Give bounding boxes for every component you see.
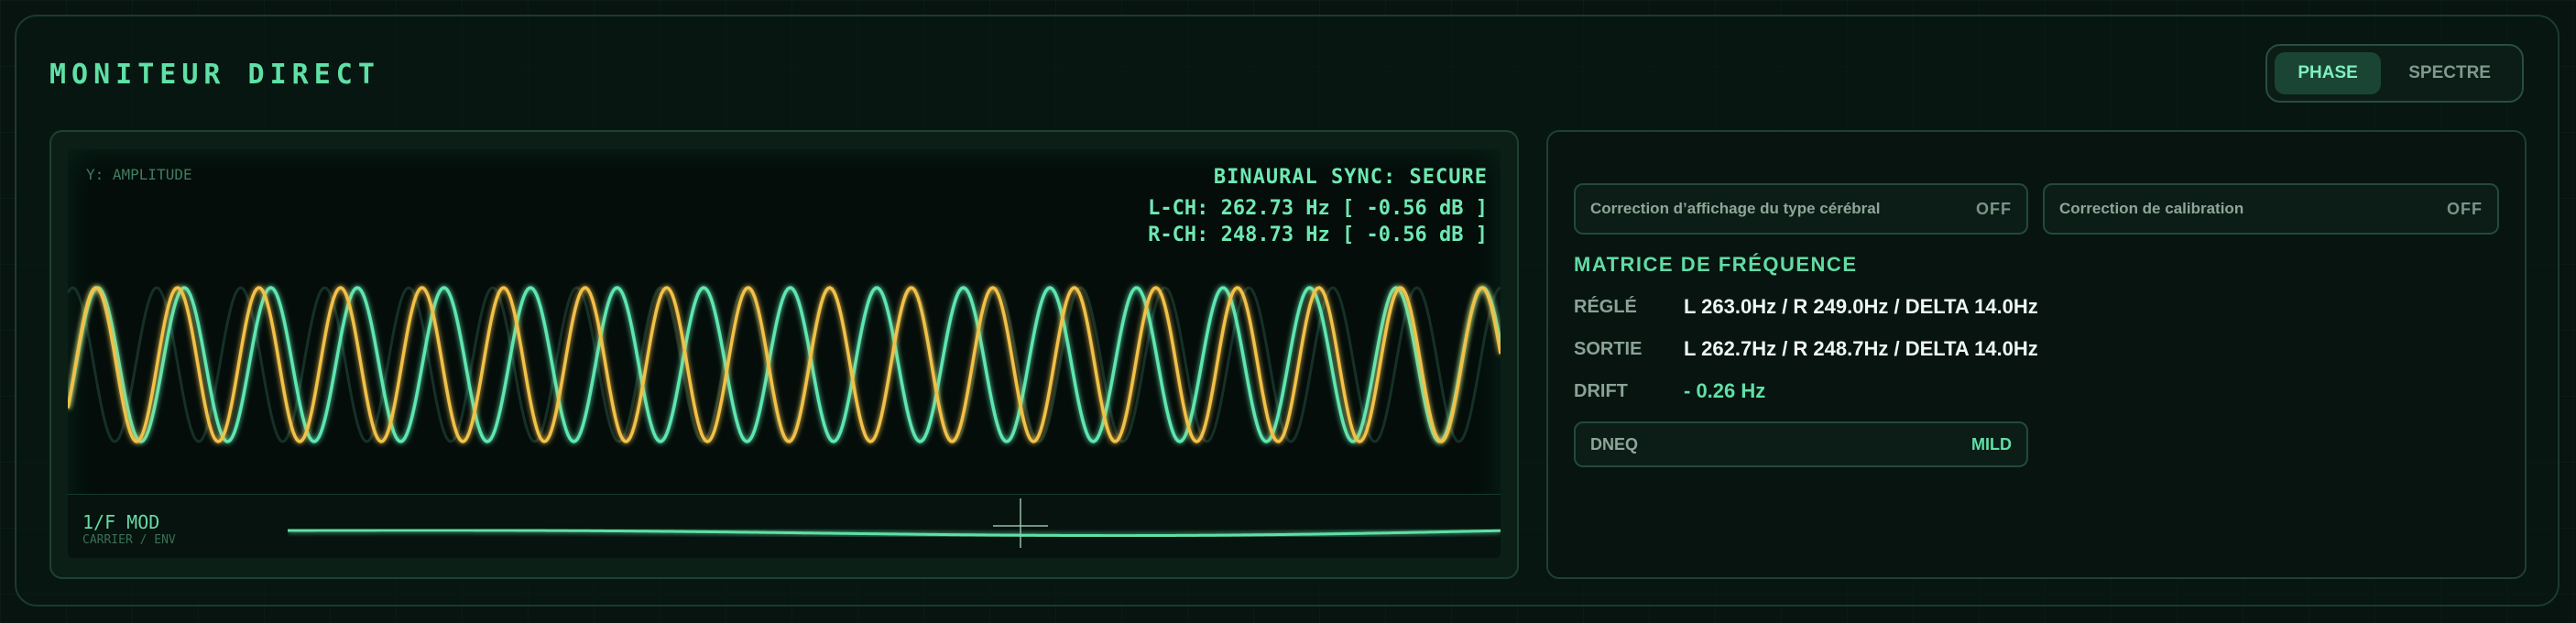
matrix-key: DRIFT [1574, 380, 1628, 401]
calibration-correction-state: OFF [2447, 199, 2483, 218]
view-mode-toggle: PHASE SPECTRE [2265, 44, 2524, 103]
modulation-envelope [288, 498, 1501, 548]
matrix-key: RÉGLÉ [1574, 296, 1637, 317]
frequency-matrix-title: MATRICE DE FRÉQUENCE [1574, 253, 1858, 276]
matrix-key: SORTIE [1574, 338, 1643, 359]
calibration-correction-toggle[interactable]: Correction de calibration OFF [2043, 183, 2499, 235]
spectre-tab[interactable]: SPECTRE [2385, 52, 2515, 94]
matrix-row-drift: DRIFT - 0.26 Hz [1574, 377, 1765, 405]
matrix-value: - 0.26 Hz [1684, 379, 1766, 402]
brain-type-correction-label: Correction d’affichage du type cérébral [1590, 200, 1881, 217]
page-title: MONITEUR DIRECT [49, 59, 380, 91]
dneq-value: MILD [1971, 434, 2012, 454]
matrix-row-set: RÉGLÉ L 263.0Hz / R 249.0Hz / DELTA 14.0… [1574, 293, 2038, 321]
right-channel-readout: R-CH: 248.73 Hz [ -0.56 dB ] [1148, 224, 1488, 246]
mod-subtitle: CARRIER / ENV [82, 533, 176, 547]
sync-status: BINAURAL SYNC: SECURE [1213, 166, 1488, 189]
matrix-value: L 263.0Hz / R 249.0Hz / DELTA 14.0Hz [1684, 295, 2038, 318]
oscilloscope-display: Y: AMPLITUDE BINAURAL SYNC: SECURE L-CH:… [68, 149, 1501, 558]
modulation-strip: 1/F MOD CARRIER / ENV [68, 494, 1501, 558]
matrix-row-output: SORTIE L 262.7Hz / R 248.7Hz / DELTA 14.… [1574, 335, 2038, 363]
calibration-correction-label: Correction de calibration [2059, 200, 2244, 217]
matrix-value: L 262.7Hz / R 248.7Hz / DELTA 14.0Hz [1684, 337, 2038, 360]
y-axis-label: Y: AMPLITUDE [86, 166, 192, 183]
left-channel-readout: L-CH: 262.73 Hz [ -0.56 dB ] [1148, 197, 1488, 220]
brain-type-correction-state: OFF [1976, 199, 2012, 218]
crosshair-icon [993, 498, 1048, 548]
brain-type-correction-toggle[interactable]: Correction d’affichage du type cérébral … [1574, 183, 2028, 235]
envelope-line [288, 529, 1501, 538]
dneq-label: DNEQ [1590, 434, 1639, 454]
right-channel-waveform [68, 286, 1501, 443]
waveform-plot [68, 286, 1501, 443]
mod-title: 1/F MOD [82, 511, 160, 533]
phase-tab[interactable]: PHASE [2275, 52, 2382, 94]
dneq-indicator[interactable]: DNEQ MILD [1574, 421, 2028, 467]
